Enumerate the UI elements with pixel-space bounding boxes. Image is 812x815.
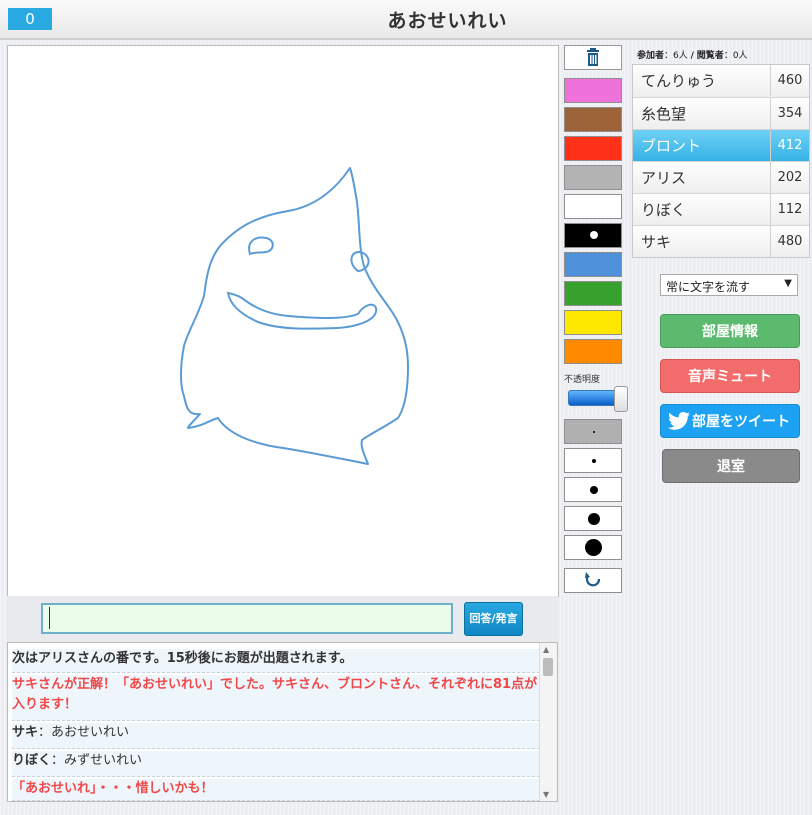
color-swatch-gray[interactable] (564, 165, 622, 190)
scroll-down-icon[interactable]: ▼ (543, 790, 549, 799)
room-info-button[interactable]: 部屋情報 (660, 314, 800, 348)
text-caret (49, 607, 50, 629)
brush-size-2[interactable] (564, 448, 622, 473)
brush-size-4[interactable] (564, 506, 622, 531)
trash-icon (587, 48, 599, 66)
color-swatch-black[interactable] (564, 223, 622, 248)
player-name: サキ (641, 233, 672, 251)
participants-info: 参加者：6人 / 閲覧者：0人 (637, 48, 748, 61)
color-swatch-green[interactable] (564, 281, 622, 306)
drawing-canvas[interactable] (7, 45, 559, 597)
player-row: てんりゅう 460 (633, 65, 809, 97)
scroll-thumb[interactable] (543, 658, 553, 676)
color-swatch-red[interactable] (564, 136, 622, 161)
chat-text: ：あおせいれい (38, 725, 130, 740)
player-name: 糸色望 (641, 105, 687, 123)
color-swatch-orange[interactable] (564, 339, 622, 364)
size-dot (592, 459, 596, 463)
opacity-label: 不透明度 (564, 375, 601, 385)
player-score: 112 (770, 194, 809, 225)
undo-button[interactable] (564, 568, 622, 593)
player-score: 354 (770, 98, 809, 129)
chat-input[interactable] (41, 603, 453, 634)
opacity-track (568, 390, 620, 406)
chat-message: 次はアリスさんの番です。15秒後にお題が出題されます。 (12, 649, 540, 673)
chat-message: サキさんが正解！「あおせいれい」でした。サキさん、ブロントさん、それぞれに81点… (12, 675, 540, 721)
viewers-count: ：0人 (723, 51, 748, 61)
color-swatch-yellow[interactable] (564, 310, 622, 335)
player-name: りぼく (641, 201, 687, 219)
player-row: りぼく 112 (633, 193, 809, 225)
flow-select[interactable]: 常に文字を流す ▼ (660, 274, 798, 296)
answer-title: あおせいれい (387, 10, 508, 32)
chat-author: サキ (12, 725, 39, 740)
player-name: ブロント (641, 137, 702, 155)
chat-message: 「あおせいれ」・・・惜しいかも！ (12, 779, 540, 801)
chat-message: サキ：あおせいれい (12, 723, 540, 749)
brush-size-5[interactable] (564, 535, 622, 560)
brush-size-3[interactable] (564, 477, 622, 502)
size-dot (593, 431, 595, 433)
participants-count: ：6人 (664, 51, 688, 61)
chat-message: りぼく：みずせいれい (12, 751, 540, 777)
mute-button[interactable]: 音声ミュート (660, 359, 800, 393)
player-name: アリス (641, 169, 687, 187)
player-name: てんりゅう (641, 72, 717, 90)
undo-icon (585, 572, 601, 587)
player-row: サキ 480 (633, 225, 809, 257)
size-dot (590, 486, 598, 494)
scroll-up-icon[interactable]: ▲ (543, 645, 549, 654)
twitter-bird-icon (668, 412, 690, 430)
chat-scrollbar[interactable]: ▲ ▼ (539, 643, 557, 801)
player-list: てんりゅう 460 糸色望 354 ブロント 412 アリス 202 りぼく 112 サキ 480 (632, 64, 810, 258)
tweet-button[interactable]: 部屋をツイート (660, 404, 800, 438)
send-button[interactable]: 回答/発言 (464, 602, 523, 636)
trash-button[interactable] (564, 45, 622, 70)
player-score: 480 (770, 226, 809, 257)
participants-label: 参加者 (637, 51, 665, 61)
chat-text: ：みずせいれい (51, 753, 143, 768)
tweet-button-label: 部屋をツイート (692, 414, 790, 430)
viewers-label: 閲覧者 (696, 51, 724, 61)
player-score: 460 (770, 65, 809, 96)
chat-author: りぼく (12, 753, 52, 768)
top-bar: 0 あおせいれい (0, 0, 812, 40)
player-row: ブロント 412 (633, 129, 809, 161)
left-eye-stroke (248, 236, 274, 256)
color-swatch-brown[interactable] (564, 107, 622, 132)
player-score: 202 (770, 162, 809, 193)
chat-input-row: 回答/発言 (7, 596, 558, 642)
player-score: 412 (770, 130, 809, 161)
player-row: アリス 202 (633, 161, 809, 193)
mouth-stroke (226, 291, 378, 330)
count-separator: / (690, 51, 694, 61)
opacity-slider[interactable] (568, 386, 628, 412)
drawing (180, 167, 409, 465)
color-swatch-pink[interactable] (564, 78, 622, 103)
flow-select-value: 常に文字を流す (666, 280, 751, 294)
right-eye-stroke (350, 250, 370, 273)
color-swatch-blue[interactable] (564, 252, 622, 277)
chat-log[interactable]: 次はアリスさんの番です。15秒後にお題が出題されます。 サキさんが正解！「あおせ… (7, 642, 558, 802)
exit-button[interactable]: 退室 (662, 449, 800, 483)
size-dot (588, 513, 600, 525)
chevron-down-icon: ▼ (784, 278, 792, 289)
player-row: 糸色望 354 (633, 97, 809, 129)
color-swatch-white[interactable] (564, 194, 622, 219)
brush-size-1[interactable] (564, 419, 622, 444)
size-dot (585, 539, 602, 556)
opacity-thumb[interactable] (614, 386, 628, 412)
selected-color-indicator (590, 231, 598, 239)
